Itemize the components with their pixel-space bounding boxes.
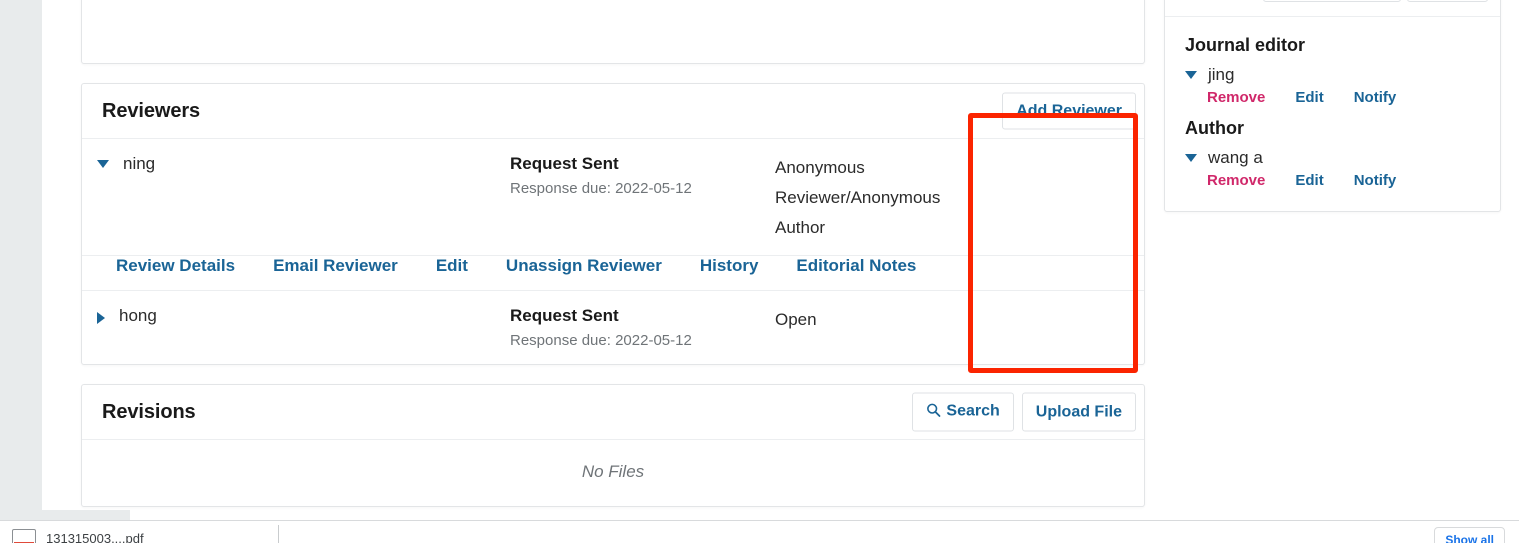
reviewer-response-due: Response due: 2022-05-12 <box>510 180 692 197</box>
chevron-down-icon[interactable] <box>1185 154 1197 162</box>
revisions-card-header: Revisions Search Upload File <box>82 385 1144 440</box>
history-link[interactable]: History <box>681 256 778 276</box>
participant-role-author: Author <box>1185 118 1244 138</box>
participant-item[interactable]: wang a <box>1165 145 1500 168</box>
reviewer-name: ning <box>123 154 156 173</box>
browser-download-bar: 131315003....pdf Show all <box>0 520 1519 543</box>
edit-link[interactable]: Edit <box>1295 172 1353 189</box>
show-all-downloads-label: Show all <box>1445 533 1494 543</box>
email-reviewer-link[interactable]: Email Reviewer <box>254 256 417 276</box>
unassign-reviewer-link[interactable]: Unassign Reviewer <box>487 256 681 276</box>
reviewer-status-cell: Request Sent Response due: 2022-05-12 <box>510 153 775 243</box>
participant-item[interactable]: jing <box>1165 62 1500 85</box>
search-button-label: Search <box>946 402 1000 420</box>
reviewer-review-type: Open <box>775 310 817 329</box>
participants-sidebar: Logout as jing Assign Journal editor jin… <box>1164 0 1501 212</box>
assign-button[interactable]: Assign <box>1406 0 1488 2</box>
revisions-empty-state: No Files <box>581 462 645 481</box>
reviewer-actions-row: Review Details Email Reviewer Edit Unass… <box>82 256 1144 291</box>
revisions-title: Revisions <box>102 400 196 423</box>
editorial-notes-link[interactable]: Editorial Notes <box>777 256 935 276</box>
download-bar-divider <box>278 525 279 543</box>
remove-link[interactable]: Remove <box>1207 172 1295 189</box>
remove-link[interactable]: Remove <box>1207 89 1295 106</box>
reviewer-row-spacer <box>960 305 1144 352</box>
participant-name: wang a <box>1208 148 1263 167</box>
edit-link[interactable]: Edit <box>1295 89 1353 106</box>
participant-actions: Remove Edit Notify <box>1165 85 1500 112</box>
revisions-card: Revisions Search Upload File No Files <box>81 384 1145 507</box>
participant-role-journal-editor: Journal editor <box>1185 35 1306 55</box>
reviewer-status: Request Sent <box>510 154 619 173</box>
participants-card-header: Logout as jing Assign <box>1165 0 1500 17</box>
reviewer-row-spacer <box>960 153 1144 243</box>
reviewers-header-actions: Add Reviewer <box>1002 92 1136 130</box>
revisions-header-actions: Search Upload File <box>912 392 1136 432</box>
reviewer-status: Request Sent <box>510 306 619 325</box>
table-row[interactable]: ning Request Sent Response due: 2022-05-… <box>82 139 1144 256</box>
page-root: 14, 2022 Reviewers Add Reviewer ning Req… <box>0 0 1519 543</box>
participants-card: Logout as jing Assign Journal editor jin… <box>1164 0 1501 212</box>
table-row[interactable]: hong Request Sent Response due: 2022-05-… <box>82 291 1144 364</box>
reviewer-name-cell[interactable]: hong <box>82 305 510 352</box>
chevron-down-icon[interactable] <box>97 160 109 168</box>
search-button[interactable]: Search <box>912 392 1014 432</box>
reviewer-action-links: Review Details Email Reviewer Edit Unass… <box>82 256 1144 276</box>
download-file-name: 131315003....pdf <box>46 531 144 543</box>
show-all-downloads-button[interactable]: Show all <box>1434 527 1505 543</box>
chevron-right-icon[interactable] <box>97 312 105 324</box>
reviewer-review-type: Anonymous Reviewer/Anonymous Author <box>775 158 941 237</box>
reviewer-name: hong <box>119 306 157 325</box>
participant-actions: Remove Edit Notify <box>1165 168 1500 195</box>
notify-link[interactable]: Notify <box>1354 89 1427 106</box>
upload-file-button[interactable]: Upload File <box>1021 392 1136 432</box>
download-item[interactable]: 131315003....pdf <box>12 529 144 543</box>
notify-link[interactable]: Notify <box>1354 172 1427 189</box>
add-reviewer-button[interactable]: Add Reviewer <box>1002 92 1136 130</box>
reviewers-card: Reviewers Add Reviewer ning Request Sent… <box>81 83 1145 365</box>
reviewers-card-header: Reviewers Add Reviewer <box>82 84 1144 139</box>
edit-link[interactable]: Edit <box>417 256 487 276</box>
left-gutter-strip <box>0 0 42 520</box>
participants-list: Journal editor jing Remove Edit Notify A… <box>1165 17 1500 211</box>
reviewer-name-cell[interactable]: ning <box>82 153 510 243</box>
reviewer-status-cell: Request Sent Response due: 2022-05-12 <box>510 305 775 352</box>
submission-details-card: 14, 2022 <box>81 0 1145 64</box>
pdf-file-icon <box>12 529 36 543</box>
logout-as-button[interactable]: Logout as jing <box>1263 0 1401 2</box>
chevron-down-icon[interactable] <box>1185 71 1197 79</box>
reviewer-response-due: Response due: 2022-05-12 <box>510 332 692 349</box>
magnifier-icon <box>926 403 941 423</box>
review-details-link[interactable]: Review Details <box>97 256 254 276</box>
main-content-column: 14, 2022 Reviewers Add Reviewer ning Req… <box>81 0 1145 526</box>
participant-name: jing <box>1208 65 1235 84</box>
reviewers-title: Reviewers <box>102 99 201 122</box>
